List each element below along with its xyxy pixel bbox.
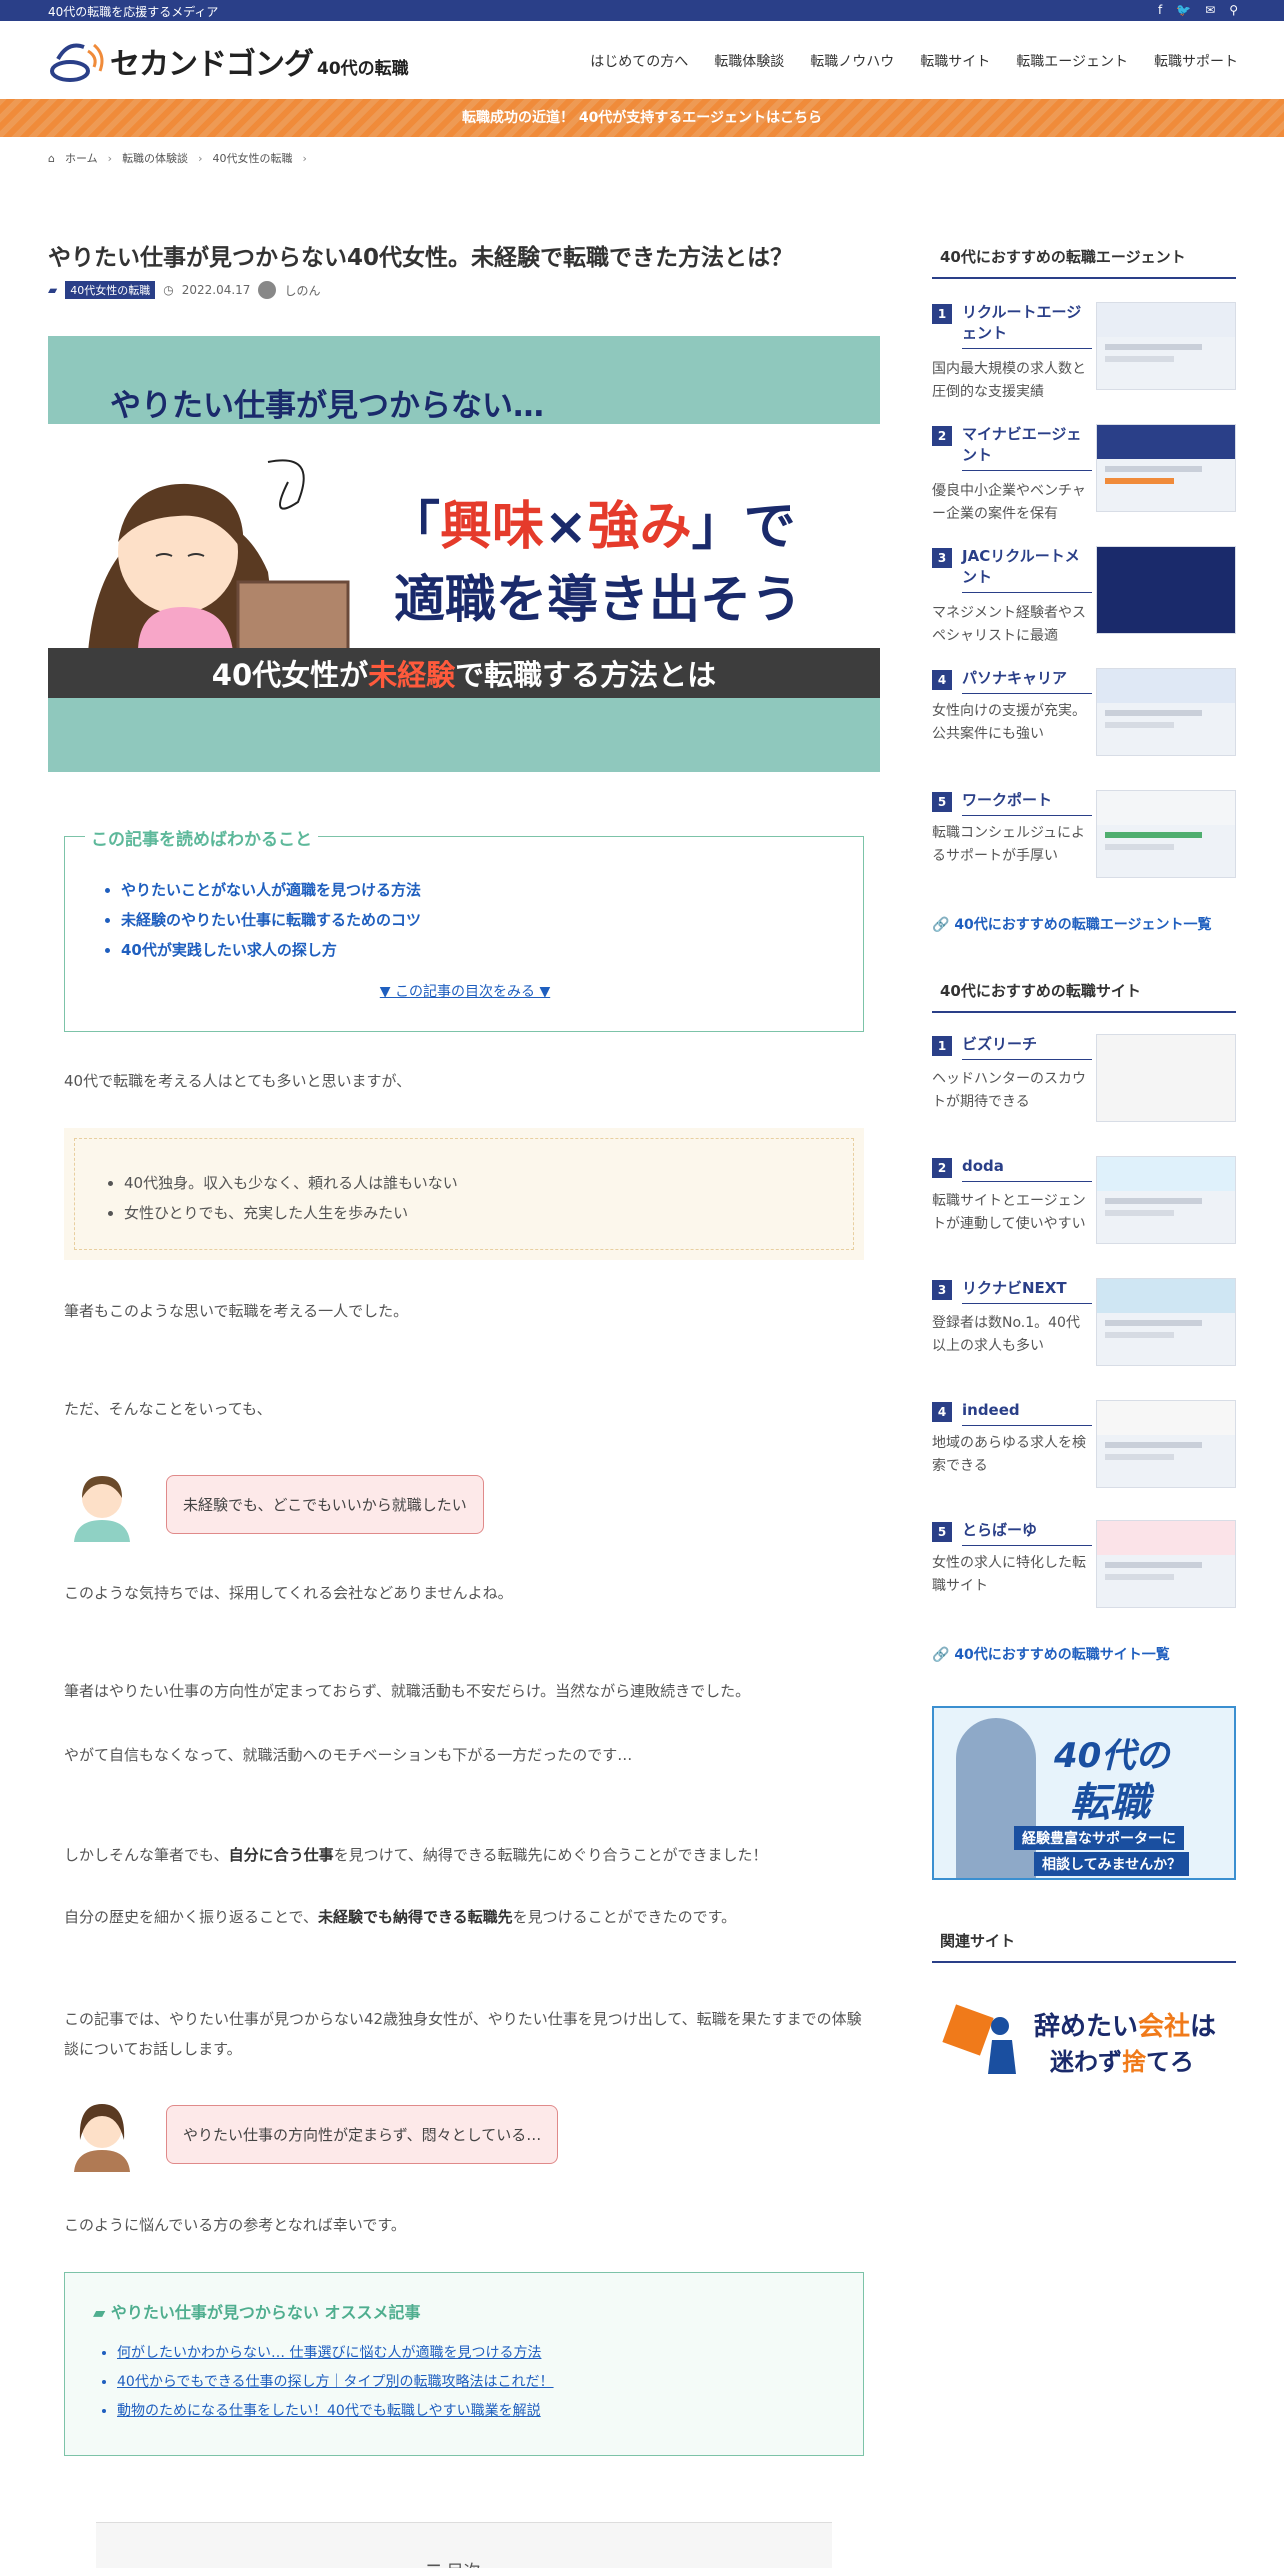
woman-avatar-icon [74, 1476, 130, 1542]
paragraph: 自分の歴史を細かく振り返ることで、未経験でも納得できる転職先を見つけることができ… [64, 1908, 737, 1926]
article-title: やりたい仕事が見つからない40代女性。未経験で転職できた方法とは？ [48, 245, 794, 271]
twitter-icon[interactable]: 🐦 [1176, 3, 1191, 17]
logo-sub: 40代の転職 [317, 58, 409, 79]
category-badge[interactable]: 40代女性の転職 [65, 281, 156, 299]
advisor-photo [956, 1718, 1036, 1878]
nav-item-agents[interactable]: 転職エージェント [1016, 51, 1128, 71]
agents-list-link[interactable]: 🔗 40代におすすめの転職エージェント一覧 [932, 914, 1212, 934]
eyecatch-line2: 「興味×強み」で [388, 497, 796, 557]
speech-bubble: やりたい仕事の方向性が定まらず、悶々としている… [166, 2104, 559, 2164]
site-item[interactable]: 2 doda 転職サイトとエージェントが連動して使いやすい [932, 1156, 1236, 1266]
home-icon: ⌂ [48, 151, 55, 165]
clock-icon: ◷ [163, 283, 174, 297]
table-of-contents: ☰ 目次 [96, 2522, 832, 2568]
toc-title: ☰ 目次 [426, 2557, 481, 2568]
eyecatch-image: やりたい仕事が見つからない… 「興味×強み」で 適職を導き出そう 40代女性が未… [48, 336, 880, 772]
list-item: 女性ひとりでも、充実した人生を歩みたい [124, 1198, 458, 1228]
recommend-heading: ▰ やりたい仕事が見つからない オススメ記事 [93, 2303, 421, 2322]
avatar [258, 281, 277, 299]
gong-icon [50, 43, 104, 82]
agent-item[interactable]: 1 リクルートエージェント 国内最大規模の求人数と圧倒的な支援実績 [932, 302, 1236, 412]
agent-item[interactable]: 5 ワークポート 転職コンシェルジュによるサポートが手厚い [932, 790, 1236, 900]
paragraph: やがて自信もなくなって、就職活動へのモチベーションも下がる一方だったのです… [64, 1746, 633, 1764]
recommend-link[interactable]: 何がしたいかわからない… 仕事選びに悩む人が適職を見つける方法 [117, 2339, 554, 2368]
promo-banner[interactable]: 転職成功の近道！ 40代が支持するエージェントはこちら [0, 99, 1284, 137]
nav-item-support[interactable]: 転職サポート [1154, 51, 1238, 71]
sidebar-heading-sites: 40代におすすめの転職サイト [932, 980, 1236, 1013]
paragraph: ただ、そんなことをいっても、 [64, 1400, 272, 1418]
facebook-icon[interactable]: f [1158, 3, 1162, 17]
recommend-box: ▰ やりたい仕事が見つからない オススメ記事 何がしたいかわからない… 仕事選び… [64, 2272, 864, 2456]
chevron-right-icon: › [107, 151, 113, 165]
summary-item[interactable]: やりたいことがない人が適職を見つける方法 [121, 875, 421, 905]
folder-icon: ▰ [48, 283, 58, 297]
breadcrumb-women40[interactable]: 40代女性の転職 [212, 150, 292, 166]
agent-item[interactable]: 2 マイナビエージェント 優良中小企業やベンチャー企業の案件を保有 [932, 424, 1236, 534]
nav-item-sites[interactable]: 転職サイト [920, 51, 990, 71]
bookmark-icon: ▰ [93, 2303, 106, 2322]
paragraph: 筆者もこのような思いで転職を考える一人でした。 [64, 1302, 409, 1320]
site-item[interactable]: 3 リクナビNEXT 登録者は数No.1。40代以上の求人も多い [932, 1278, 1236, 1388]
toc-expand-link[interactable]: ▼ この記事の目次をみる ▼ [65, 981, 865, 1001]
agent-item[interactable]: 3 JACリクルートメント マネジメント経験者やスペシャリストに最適 [932, 546, 1236, 656]
nav-item-stories[interactable]: 転職体験談 [714, 51, 784, 71]
nav-item-knowhow[interactable]: 転職ノウハウ [810, 51, 894, 71]
summary-item[interactable]: 40代が実践したい求人の探し方 [121, 935, 421, 965]
site-item[interactable]: 5 とらばーゆ 女性の求人に特化した転職サイト [932, 1520, 1236, 1630]
site-logo[interactable]: セカンドゴング 40代の転職 [48, 37, 409, 85]
paragraph: 40代で転職を考える人はとても多いと思いますが、 [64, 1072, 412, 1090]
summary-legend: この記事を読めばわかること [85, 825, 318, 850]
site-header: セカンドゴング 40代の転職 はじめての方へ 転職体験談 転職ノウハウ 転職サイ… [0, 21, 1284, 99]
speech-row: 未経験でも、どこでもいいから就職したい [64, 1466, 484, 1542]
post-date: 2022.04.17 [181, 283, 251, 297]
worried-woman-illustration [88, 459, 350, 652]
paragraph: この記事では、やりたい仕事が見つからない42歳独身女性が、やりたい仕事を見つけ出… [64, 2010, 862, 2058]
eyecatch-line4: 40代女性が未経験で転職する方法とは [211, 658, 717, 692]
author-name[interactable]: しのん [284, 282, 320, 299]
breadcrumb: ⌂ ホーム › 転職の体験談 › 40代女性の転職 › [48, 150, 307, 166]
site-item[interactable]: 4 indeed 地域のあらゆる求人を検索できる [932, 1400, 1236, 1510]
chevron-right-icon: › [198, 151, 203, 165]
nav-item-guide[interactable]: はじめての方へ [590, 51, 688, 71]
eyecatch-line1: やりたい仕事が見つからない… [110, 388, 544, 424]
mail-icon[interactable]: ✉ [1205, 3, 1215, 17]
breadcrumb-stories[interactable]: 転職の体験談 [122, 150, 188, 166]
recommend-link[interactable]: 40代からでもできる仕事の探し方｜タイプ別の転職攻略法はこれだ！ [117, 2368, 554, 2397]
paragraph: このように悩んでいる方の参考となれば幸いです。 [64, 2216, 406, 2234]
recommend-link[interactable]: 動物のためになる仕事をしたい！40代でも転職しやすい職業を解説 [117, 2397, 554, 2426]
agent-item[interactable]: 4 パソナキャリア 女性向けの支援が充実。公共案件にも強い [932, 668, 1236, 778]
top-bar: 40代の転職を応援するメディア f 🐦 ✉ ⚲ [0, 0, 1284, 21]
site-item[interactable]: 1 ビズリーチ ヘッドハンターのスカウトが期待できる [932, 1034, 1236, 1144]
sidebar-heading-agents: 40代におすすめの転職エージェント [932, 246, 1236, 279]
paragraph: しかしそんな筆者でも、自分に合う仕事を見つけて、納得できる転職先にめぐり合うこと… [64, 1846, 768, 1864]
logo-name: セカンドゴング [110, 47, 314, 82]
speech-bubble: 未経験でも、どこでもいいから就職したい [166, 1474, 484, 1534]
sidebar-heading-related: 関連サイト [932, 1930, 1236, 1963]
article-meta: ▰ 40代女性の転職 ◷ 2022.04.17 しのん [48, 281, 320, 299]
chevron-right-icon: › [302, 151, 307, 165]
speech-row: やりたい仕事の方向性が定まらず、悶々としている… [64, 2096, 559, 2172]
promo-ad-banner[interactable]: 40代の 転職 経験豊富なサポーターに 相談してみませんか？ [932, 1706, 1236, 1880]
search-icon[interactable]: ⚲ [1229, 3, 1238, 17]
main-nav: はじめての方へ 転職体験談 転職ノウハウ 転職サイト 転職エージェント 転職サポ… [590, 51, 1238, 71]
sites-list-link[interactable]: 🔗 40代におすすめの転職サイト一覧 [932, 1644, 1170, 1664]
breadcrumb-home[interactable]: ホーム [65, 150, 98, 166]
list-item: 40代独身。収入も少なく、頼れる人は誰もいない [124, 1168, 458, 1198]
woman-avatar-icon [74, 2104, 130, 2172]
quit-logo-mark [942, 2004, 1016, 2074]
dotted-list-box: 40代独身。収入も少なく、頼れる人は誰もいない 女性ひとりでも、充実した人生を歩… [64, 1128, 864, 1260]
site-tagline: 40代の転職を応援するメディア [48, 5, 219, 19]
paragraph: 筆者はやりたい仕事の方向性が定まっておらず、就職活動も不安だらけ。当然ながら連敗… [64, 1682, 751, 1700]
eyecatch-line3: 適職を導き出そう [394, 571, 803, 630]
summary-box: この記事を読めばわかること やりたいことがない人が適職を見つける方法 未経験のや… [64, 825, 865, 1032]
related-site-logo[interactable]: 辞めたい会社は 迷わず捨てろ [942, 2000, 1232, 2084]
paragraph: このような気持ちでは、採用してくれる会社などありませんよね。 [64, 1584, 513, 1602]
summary-item[interactable]: 未経験のやりたい仕事に転職するためのコツ [121, 905, 421, 935]
